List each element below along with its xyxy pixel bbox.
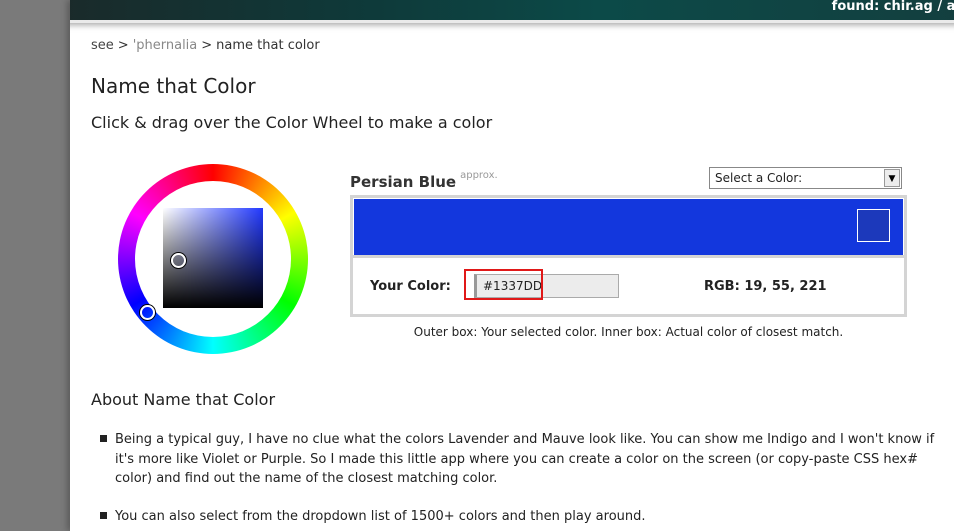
about-paragraph: You can also select from the dropdown li… <box>115 508 646 524</box>
list-item: You can also select from the dropdown li… <box>100 507 940 527</box>
about-list: Being a typical guy, I have no clue what… <box>100 430 940 531</box>
closest-match-swatch <box>857 209 890 242</box>
saturation-value-handle[interactable] <box>171 253 186 268</box>
header-banner: found: chir.ag / art <box>70 0 954 23</box>
color-select-dropdown[interactable]: Select a Color: ▼ <box>709 167 902 189</box>
breadcrumb-phernalia-link[interactable]: 'phernalia <box>133 38 198 53</box>
color-preview-panel: Your Color: RGB: 19, 55, 221 <box>350 195 907 317</box>
breadcrumb: see >'phernalia > name that color <box>91 38 320 53</box>
bullet-icon <box>100 435 107 442</box>
hue-handle[interactable] <box>140 305 155 320</box>
breadcrumb-current: name that color <box>216 38 320 53</box>
color-name-row: Persian Blue approx. <box>350 170 498 191</box>
about-paragraph: Being a typical guy, I have no clue what… <box>115 432 935 486</box>
selected-color-swatch <box>354 199 903 255</box>
breadcrumb-separator: > <box>201 38 213 53</box>
list-item: Being a typical guy, I have no clue what… <box>100 430 940 489</box>
panel-divider <box>353 255 904 258</box>
page-subtitle: Click & drag over the Color Wheel to mak… <box>91 113 493 132</box>
your-color-label: Your Color: <box>370 279 451 294</box>
breadcrumb-separator: > <box>117 38 129 53</box>
rgb-readout: RGB: 19, 55, 221 <box>704 279 827 294</box>
bullet-icon <box>100 511 107 519</box>
main-content: found: chir.ag / art see>'phernalia>name… <box>70 0 954 531</box>
chevron-down-icon[interactable]: ▼ <box>884 169 900 187</box>
color-select-value: Select a Color: <box>715 171 803 185</box>
page-title: Name that Color <box>91 74 256 98</box>
about-heading: About Name that Color <box>91 390 276 409</box>
color-name: Persian Blue <box>350 173 457 191</box>
color-wheel[interactable] <box>118 164 308 354</box>
hex-color-input[interactable] <box>474 274 619 298</box>
preview-caption: Outer box: Your selected color. Inner bo… <box>413 325 844 339</box>
approx-label: approx. <box>460 170 498 181</box>
banner-link[interactable]: found: chir.ag / art <box>832 0 954 14</box>
breadcrumb-see-link[interactable]: see <box>91 38 114 53</box>
